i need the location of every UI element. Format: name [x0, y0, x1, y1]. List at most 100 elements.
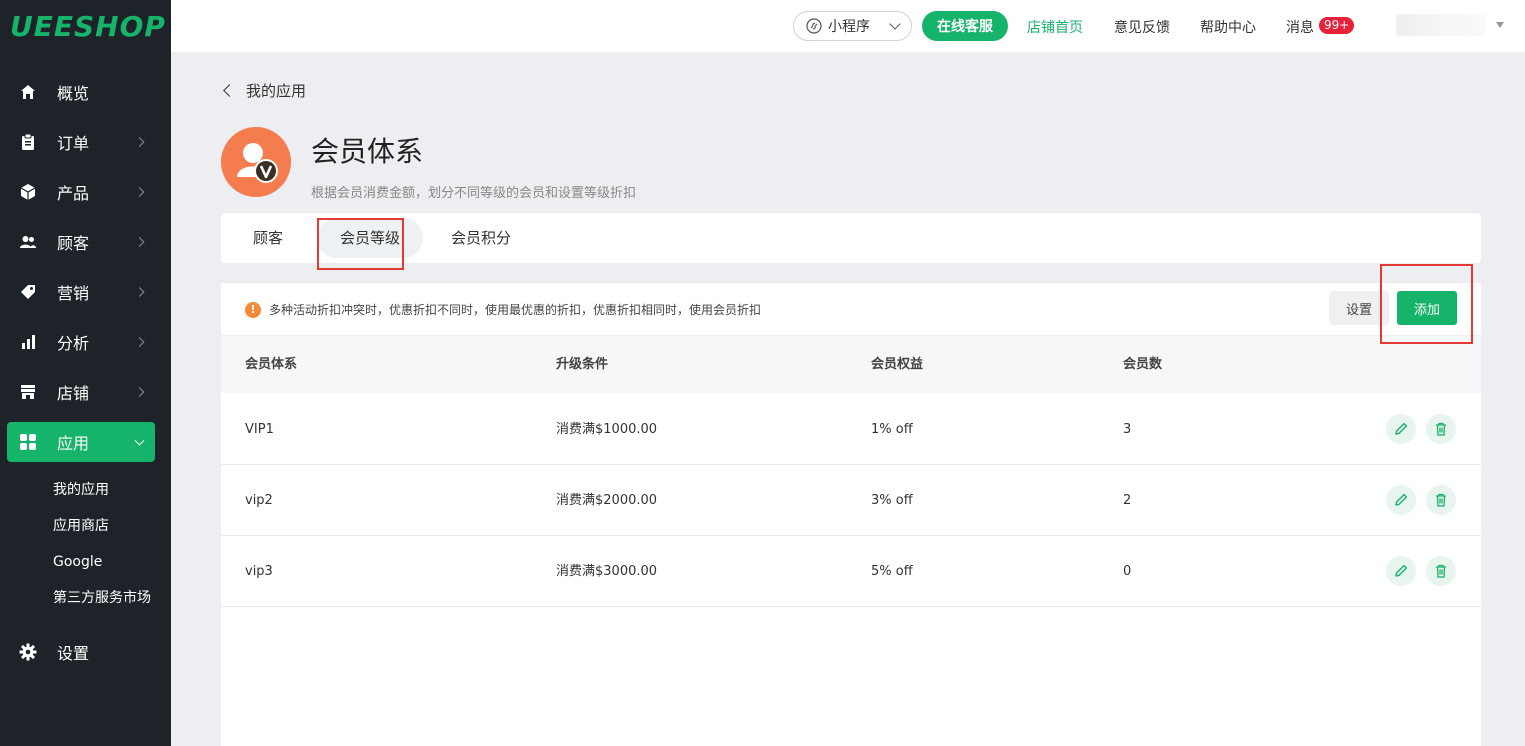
pencil-icon [1395, 564, 1408, 577]
warning-icon: ! [245, 301, 261, 318]
delete-button[interactable] [1426, 414, 1456, 444]
sidebar-item-label: 分析 [57, 334, 90, 353]
table-row: vip3 消费满$3000.00 5% off 0 [221, 536, 1481, 607]
tab-bar: 顾客 会员等级 会员积分 [221, 213, 1481, 263]
apps-subnav: 我的应用 应用商店 Google 第三方服务市场 [0, 472, 171, 616]
sidebar-item-orders[interactable]: 订单 [7, 122, 155, 162]
bar-chart-icon [19, 333, 37, 351]
sidebar-item-label: 设置 [57, 644, 90, 663]
member-benefit: 3% off [871, 493, 913, 508]
column-header: 会员权益 [871, 357, 924, 372]
delete-button[interactable] [1426, 485, 1456, 515]
subnav-item-my-apps[interactable]: 我的应用 [0, 472, 171, 508]
sidebar-item-label: 营销 [57, 284, 90, 303]
tab-member-points[interactable]: 会员积分 [435, 213, 527, 263]
level-name: VIP1 [245, 422, 274, 437]
edit-button[interactable] [1386, 485, 1416, 515]
level-name: vip3 [245, 564, 273, 579]
back-link[interactable]: 我的应用 [222, 80, 306, 101]
sidebar-item-settings[interactable]: 设置 [7, 632, 155, 672]
table-row: vip2 消费满$2000.00 3% off 2 [221, 465, 1481, 536]
sidebar-item-label: 订单 [57, 134, 90, 153]
trash-icon [1436, 422, 1446, 436]
sidebar-item-label: 产品 [57, 184, 90, 203]
mini-program-dropdown[interactable]: 小程序 [793, 11, 912, 41]
clipboard-icon [19, 133, 37, 151]
sidebar-item-apps[interactable]: 应用 [7, 422, 155, 462]
upgrade-condition: 消费满$1000.00 [556, 422, 658, 437]
sidebar-item-overview[interactable]: 概览 [7, 72, 155, 112]
edit-button[interactable] [1386, 556, 1416, 586]
chevron-right-icon [134, 287, 145, 297]
ueeshop-logo[interactable]: UEESHOP [0, 0, 171, 52]
gear-icon [19, 643, 37, 661]
chevron-right-icon [134, 387, 145, 397]
sidebar-item-label: 应用 [57, 434, 90, 453]
member-levels-card: ! 多种活动折扣冲突时，优惠折扣不同时，使用最优惠的折扣，优惠折扣相同时，使用会… [221, 283, 1481, 746]
subnav-item-google[interactable]: Google [0, 544, 171, 580]
sidebar-item-customers[interactable]: 顾客 [7, 222, 155, 262]
pencil-icon [1395, 493, 1408, 506]
member-system-app-icon [221, 127, 291, 197]
home-icon [19, 83, 37, 101]
store-home-link[interactable]: 店铺首页 [1027, 17, 1083, 37]
users-icon [19, 233, 37, 251]
apps-grid-icon [19, 433, 37, 451]
box-icon [19, 183, 37, 201]
member-benefit: 1% off [871, 422, 913, 437]
back-label: 我的应用 [246, 82, 307, 100]
messages-link[interactable]: 消息 [1286, 17, 1314, 37]
page-description: 根据会员消费金额，划分不同等级的会员和设置等级折扣 [311, 186, 637, 201]
trash-icon [1436, 564, 1446, 578]
subnav-item-app-store[interactable]: 应用商店 [0, 508, 171, 544]
sidebar-item-store[interactable]: 店铺 [7, 372, 155, 412]
store-icon [19, 383, 37, 401]
sidebar-item-analytics[interactable]: 分析 [7, 322, 155, 362]
highlight-box [317, 218, 404, 270]
trash-icon [1436, 493, 1446, 507]
notice-bar: ! 多种活动折扣冲突时，优惠折扣不同时，使用最优惠的折扣，优惠折扣相同时，使用会… [245, 301, 761, 318]
table-row: VIP1 消费满$1000.00 1% off 3 [221, 394, 1481, 465]
highlight-box [1380, 264, 1473, 344]
level-name: vip2 [245, 493, 273, 508]
member-benefit: 5% off [871, 564, 913, 579]
notice-text: 多种活动折扣冲突时，优惠折扣不同时，使用最优惠的折扣，优惠折扣相同时，使用会员折… [269, 303, 762, 317]
topbar: 小程序 在线客服 店铺首页 意见反馈 帮助中心 消息 99+ [171, 0, 1525, 52]
tab-customers[interactable]: 顾客 [237, 213, 299, 263]
chevron-right-icon [134, 337, 145, 347]
sidebar-item-label: 概览 [57, 84, 90, 103]
pencil-icon [1395, 422, 1408, 435]
member-count: 3 [1123, 422, 1132, 437]
table-header: 会员体系 升级条件 会员权益 会员数 [221, 335, 1481, 393]
upgrade-condition: 消费满$2000.00 [556, 493, 658, 508]
sidebar-item-marketing[interactable]: 营销 [7, 272, 155, 312]
message-count-badge: 99+ [1319, 17, 1355, 34]
help-center-link[interactable]: 帮助中心 [1200, 17, 1256, 37]
chevron-down-icon [134, 435, 145, 446]
column-header: 升级条件 [556, 357, 609, 372]
sidebar-item-label: 店铺 [57, 384, 90, 403]
sidebar-item-products[interactable]: 产品 [7, 172, 155, 212]
edit-button[interactable] [1386, 414, 1416, 444]
column-header: 会员体系 [245, 357, 298, 372]
caret-down-icon[interactable] [1496, 22, 1504, 28]
sidebar-item-label: 顾客 [57, 234, 90, 253]
chevron-left-icon [223, 84, 236, 97]
chevron-down-icon [889, 18, 901, 30]
subnav-item-third-party-market[interactable]: 第三方服务市场 [0, 580, 171, 616]
chevron-right-icon [134, 137, 145, 147]
tag-icon [19, 283, 37, 301]
upgrade-condition: 消费满$3000.00 [556, 564, 658, 579]
chevron-right-icon [134, 237, 145, 247]
member-count: 2 [1123, 493, 1132, 508]
sidebar: UEESHOP 概览 订单 产品 顾客 营销 分析 店铺 应用 我的应用 应用商… [0, 0, 171, 746]
link-icon [806, 18, 822, 34]
page-title: 会员体系 [311, 135, 424, 168]
online-service-button[interactable]: 在线客服 [922, 11, 1008, 41]
delete-button[interactable] [1426, 556, 1456, 586]
member-count: 0 [1123, 564, 1132, 579]
chevron-right-icon [134, 187, 145, 197]
sidebar-nav: 概览 订单 产品 顾客 营销 分析 店铺 应用 我的应用 应用商店 Google… [0, 72, 171, 672]
user-account-menu[interactable] [1396, 14, 1486, 36]
feedback-link[interactable]: 意见反馈 [1114, 17, 1170, 37]
